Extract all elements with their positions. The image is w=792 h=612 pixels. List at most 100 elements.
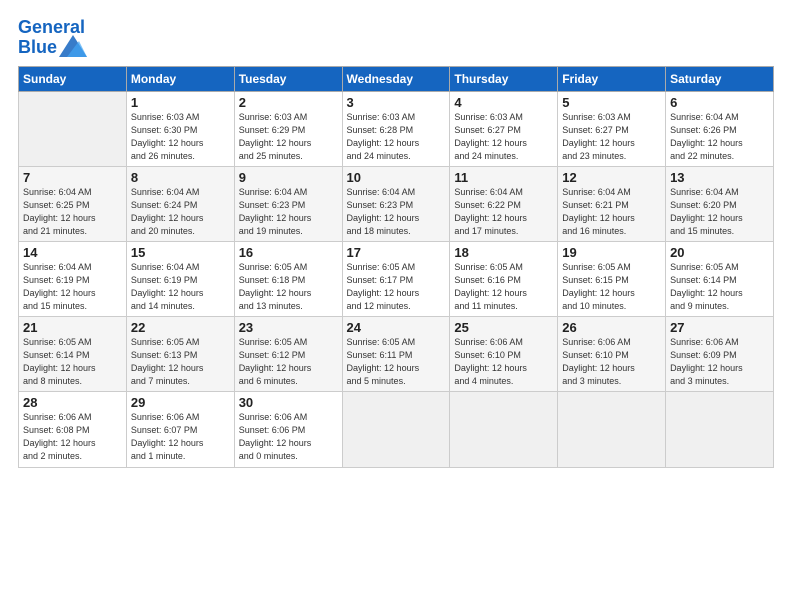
day-cell: 9Sunrise: 6:04 AM Sunset: 6:23 PM Daylig… [234,166,342,241]
day-info: Sunrise: 6:06 AM Sunset: 6:09 PM Dayligh… [670,336,769,388]
day-number: 23 [239,320,338,335]
day-info: Sunrise: 6:05 AM Sunset: 6:14 PM Dayligh… [670,261,769,313]
day-info: Sunrise: 6:04 AM Sunset: 6:19 PM Dayligh… [131,261,230,313]
day-info: Sunrise: 6:05 AM Sunset: 6:16 PM Dayligh… [454,261,553,313]
day-cell: 15Sunrise: 6:04 AM Sunset: 6:19 PM Dayli… [126,241,234,316]
day-info: Sunrise: 6:06 AM Sunset: 6:06 PM Dayligh… [239,411,338,463]
day-info: Sunrise: 6:06 AM Sunset: 6:10 PM Dayligh… [454,336,553,388]
day-cell: 14Sunrise: 6:04 AM Sunset: 6:19 PM Dayli… [19,241,127,316]
day-cell: 23Sunrise: 6:05 AM Sunset: 6:12 PM Dayli… [234,317,342,392]
day-number: 14 [23,245,122,260]
day-info: Sunrise: 6:04 AM Sunset: 6:26 PM Dayligh… [670,111,769,163]
week-row-5: 28Sunrise: 6:06 AM Sunset: 6:08 PM Dayli… [19,392,774,467]
day-number: 28 [23,395,122,410]
logo-icon [59,35,87,57]
day-info: Sunrise: 6:05 AM Sunset: 6:13 PM Dayligh… [131,336,230,388]
day-info: Sunrise: 6:03 AM Sunset: 6:27 PM Dayligh… [562,111,661,163]
header-cell-monday: Monday [126,66,234,91]
day-number: 4 [454,95,553,110]
day-number: 27 [670,320,769,335]
day-cell: 30Sunrise: 6:06 AM Sunset: 6:06 PM Dayli… [234,392,342,467]
day-cell: 22Sunrise: 6:05 AM Sunset: 6:13 PM Dayli… [126,317,234,392]
day-cell [342,392,450,467]
day-cell: 19Sunrise: 6:05 AM Sunset: 6:15 PM Dayli… [558,241,666,316]
day-number: 29 [131,395,230,410]
header-cell-thursday: Thursday [450,66,558,91]
day-cell: 16Sunrise: 6:05 AM Sunset: 6:18 PM Dayli… [234,241,342,316]
day-cell: 29Sunrise: 6:06 AM Sunset: 6:07 PM Dayli… [126,392,234,467]
header: General Blue [18,18,774,58]
day-info: Sunrise: 6:04 AM Sunset: 6:23 PM Dayligh… [239,186,338,238]
logo: General Blue [18,18,87,58]
day-cell: 3Sunrise: 6:03 AM Sunset: 6:28 PM Daylig… [342,91,450,166]
day-number: 6 [670,95,769,110]
day-cell: 2Sunrise: 6:03 AM Sunset: 6:29 PM Daylig… [234,91,342,166]
day-cell: 12Sunrise: 6:04 AM Sunset: 6:21 PM Dayli… [558,166,666,241]
day-cell [558,392,666,467]
day-info: Sunrise: 6:04 AM Sunset: 6:23 PM Dayligh… [347,186,446,238]
day-cell: 27Sunrise: 6:06 AM Sunset: 6:09 PM Dayli… [666,317,774,392]
day-cell: 13Sunrise: 6:04 AM Sunset: 6:20 PM Dayli… [666,166,774,241]
day-cell: 8Sunrise: 6:04 AM Sunset: 6:24 PM Daylig… [126,166,234,241]
header-cell-wednesday: Wednesday [342,66,450,91]
day-number: 26 [562,320,661,335]
day-number: 7 [23,170,122,185]
day-number: 8 [131,170,230,185]
day-cell: 24Sunrise: 6:05 AM Sunset: 6:11 PM Dayli… [342,317,450,392]
calendar-table: SundayMondayTuesdayWednesdayThursdayFrid… [18,66,774,468]
day-number: 25 [454,320,553,335]
day-info: Sunrise: 6:06 AM Sunset: 6:07 PM Dayligh… [131,411,230,463]
day-info: Sunrise: 6:03 AM Sunset: 6:30 PM Dayligh… [131,111,230,163]
logo-blue-text: Blue [18,38,57,58]
day-info: Sunrise: 6:05 AM Sunset: 6:17 PM Dayligh… [347,261,446,313]
day-cell: 1Sunrise: 6:03 AM Sunset: 6:30 PM Daylig… [126,91,234,166]
day-cell: 21Sunrise: 6:05 AM Sunset: 6:14 PM Dayli… [19,317,127,392]
day-info: Sunrise: 6:06 AM Sunset: 6:10 PM Dayligh… [562,336,661,388]
day-number: 22 [131,320,230,335]
day-info: Sunrise: 6:05 AM Sunset: 6:18 PM Dayligh… [239,261,338,313]
day-cell: 7Sunrise: 6:04 AM Sunset: 6:25 PM Daylig… [19,166,127,241]
day-number: 16 [239,245,338,260]
day-number: 1 [131,95,230,110]
day-info: Sunrise: 6:06 AM Sunset: 6:08 PM Dayligh… [23,411,122,463]
day-cell: 10Sunrise: 6:04 AM Sunset: 6:23 PM Dayli… [342,166,450,241]
day-info: Sunrise: 6:04 AM Sunset: 6:19 PM Dayligh… [23,261,122,313]
day-cell: 11Sunrise: 6:04 AM Sunset: 6:22 PM Dayli… [450,166,558,241]
day-cell [19,91,127,166]
day-number: 21 [23,320,122,335]
day-info: Sunrise: 6:05 AM Sunset: 6:14 PM Dayligh… [23,336,122,388]
day-cell [450,392,558,467]
day-number: 20 [670,245,769,260]
day-cell: 5Sunrise: 6:03 AM Sunset: 6:27 PM Daylig… [558,91,666,166]
day-info: Sunrise: 6:05 AM Sunset: 6:12 PM Dayligh… [239,336,338,388]
header-row: SundayMondayTuesdayWednesdayThursdayFrid… [19,66,774,91]
day-number: 30 [239,395,338,410]
day-number: 11 [454,170,553,185]
day-cell: 18Sunrise: 6:05 AM Sunset: 6:16 PM Dayli… [450,241,558,316]
day-info: Sunrise: 6:03 AM Sunset: 6:28 PM Dayligh… [347,111,446,163]
day-info: Sunrise: 6:04 AM Sunset: 6:20 PM Dayligh… [670,186,769,238]
day-number: 2 [239,95,338,110]
day-number: 17 [347,245,446,260]
day-number: 13 [670,170,769,185]
page: General Blue SundayMondayTuesdayWednesda… [0,0,792,612]
header-cell-friday: Friday [558,66,666,91]
day-cell: 17Sunrise: 6:05 AM Sunset: 6:17 PM Dayli… [342,241,450,316]
day-cell: 4Sunrise: 6:03 AM Sunset: 6:27 PM Daylig… [450,91,558,166]
day-cell: 28Sunrise: 6:06 AM Sunset: 6:08 PM Dayli… [19,392,127,467]
day-info: Sunrise: 6:04 AM Sunset: 6:22 PM Dayligh… [454,186,553,238]
week-row-4: 21Sunrise: 6:05 AM Sunset: 6:14 PM Dayli… [19,317,774,392]
header-cell-saturday: Saturday [666,66,774,91]
week-row-2: 7Sunrise: 6:04 AM Sunset: 6:25 PM Daylig… [19,166,774,241]
day-cell: 26Sunrise: 6:06 AM Sunset: 6:10 PM Dayli… [558,317,666,392]
day-number: 5 [562,95,661,110]
day-cell: 25Sunrise: 6:06 AM Sunset: 6:10 PM Dayli… [450,317,558,392]
day-cell: 6Sunrise: 6:04 AM Sunset: 6:26 PM Daylig… [666,91,774,166]
header-cell-sunday: Sunday [19,66,127,91]
day-number: 10 [347,170,446,185]
day-number: 9 [239,170,338,185]
day-info: Sunrise: 6:03 AM Sunset: 6:29 PM Dayligh… [239,111,338,163]
week-row-3: 14Sunrise: 6:04 AM Sunset: 6:19 PM Dayli… [19,241,774,316]
day-number: 18 [454,245,553,260]
week-row-1: 1Sunrise: 6:03 AM Sunset: 6:30 PM Daylig… [19,91,774,166]
